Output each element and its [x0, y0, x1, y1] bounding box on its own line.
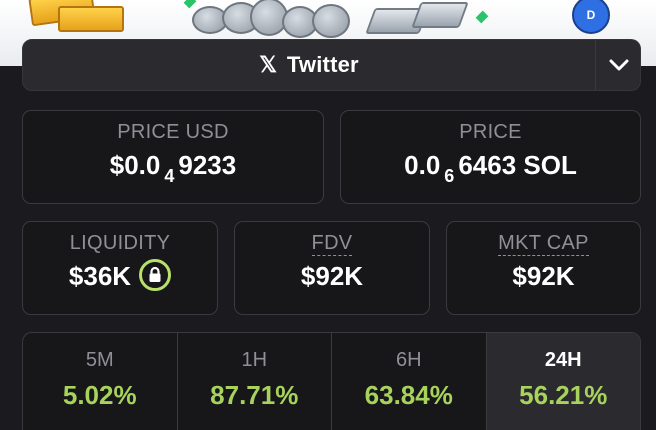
tab-6h[interactable]: 6H 63.84%	[332, 333, 487, 430]
fdv-label-text: FDV	[311, 232, 353, 256]
gold-bar-image	[58, 6, 124, 32]
price-native-value: 0.0 6 6463 SOL	[341, 150, 640, 186]
gem-image	[183, 0, 197, 9]
mkt-cap-label[interactable]: MKT CAP	[447, 232, 640, 256]
price-usd-prefix: $0.0	[109, 150, 161, 180]
period-label: 1H	[241, 349, 268, 371]
price-usd-value: $0.0 4 9233	[23, 150, 323, 186]
social-links-bar: 𝕏 Twitter	[22, 39, 641, 91]
more-links-dropdown-button[interactable]	[596, 40, 642, 90]
period-change-value: 87.71%	[210, 380, 299, 410]
period-label: 5M	[85, 349, 114, 371]
silver-bar-image	[411, 2, 469, 28]
tab-24h[interactable]: 24H 56.21%	[486, 333, 640, 430]
chevron-down-icon	[609, 59, 629, 71]
twitter-label: Twitter	[286, 52, 359, 77]
period-change-value: 56.21%	[519, 380, 608, 410]
price-usd-digits: 9233	[178, 150, 237, 180]
period-label: 6H	[395, 349, 422, 371]
fdv-value: $92K	[300, 261, 364, 291]
lock-icon[interactable]	[139, 259, 172, 292]
liquidity-label: LIQUIDITY	[69, 232, 171, 254]
mkt-cap-label-text: MKT CAP	[498, 232, 589, 256]
price-change-tabs: 5M 5.02% 1H 87.71% 6H 63.84% 24H 56.21%	[22, 332, 641, 430]
tab-5m[interactable]: 5M 5.02%	[23, 333, 178, 430]
price-usd-label: PRICE USD	[117, 121, 229, 143]
dash-coin-image: D	[572, 0, 610, 34]
price-usd-zero-count: 4	[164, 166, 175, 186]
liquidity-value-row: $36K	[23, 259, 217, 294]
price-native-card: PRICE 0.0 6 6463 SOL	[340, 110, 641, 204]
price-native-unit: SOL	[523, 150, 577, 180]
mkt-cap-value: $92K	[512, 261, 575, 291]
x-logo-icon: 𝕏	[259, 52, 277, 77]
fdv-label[interactable]: FDV	[235, 232, 429, 256]
liquidity-value: $36K	[68, 261, 132, 291]
silver-coin-image	[312, 4, 350, 38]
price-native-prefix: 0.0	[404, 150, 441, 180]
price-native-digits: 6463	[458, 150, 517, 180]
twitter-link-button[interactable]: 𝕏 Twitter	[23, 40, 595, 90]
liquidity-card: LIQUIDITY $36K	[22, 221, 218, 315]
period-change-value: 5.02%	[62, 380, 137, 410]
period-label: 24H	[544, 349, 582, 371]
price-native-label: PRICE	[459, 121, 522, 143]
fdv-card: FDV $92K	[234, 221, 430, 315]
period-change-value: 63.84%	[364, 380, 453, 410]
price-usd-card: PRICE USD $0.0 4 9233	[22, 110, 324, 204]
tab-1h[interactable]: 1H 87.71%	[178, 333, 332, 430]
mkt-cap-card: MKT CAP $92K	[446, 221, 641, 315]
price-native-zero-count: 6	[444, 166, 455, 186]
gem-image	[475, 10, 489, 24]
